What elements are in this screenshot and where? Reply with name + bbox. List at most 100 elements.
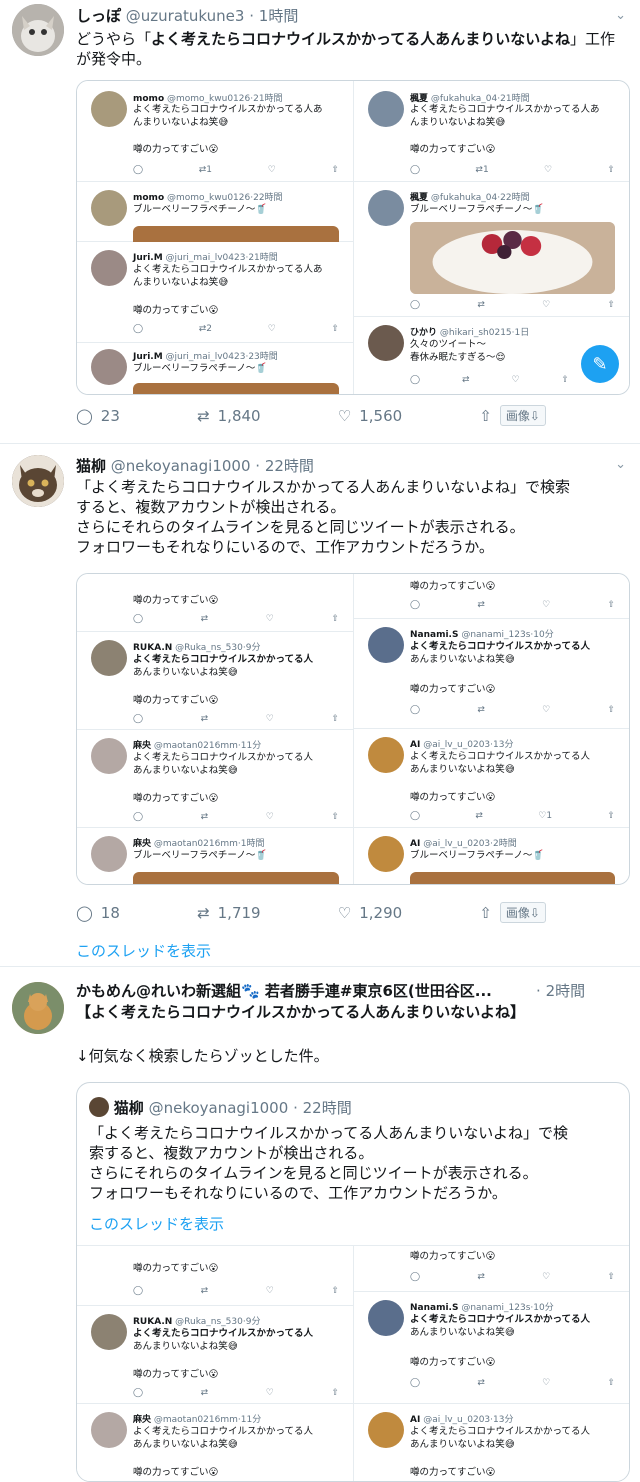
photo-thumbnail [133,383,339,394]
save-image-button[interactable]: 画像⇩ [499,405,546,426]
tweet-2[interactable]: 猫柳 @nekoyanagi1000 · 22時間 ⌄ 「よく考えたらコロナウイ… [0,445,640,967]
list-item: RUKA.N @Ruka_ns_530·9分 よく考えたらコロナウイルスかかって… [77,632,353,730]
share-icon: ⇧ [607,1378,615,1388]
reply-icon: ◯ [133,614,144,624]
retweet-icon: ⇄ [477,705,485,715]
like-icon: ♡ [542,1378,551,1388]
like-icon: ♡ [544,165,553,175]
author-name[interactable]: かもめん@れいわ新選組🐾 若者勝手連#東京6区(世田谷区... [76,982,492,1000]
reply-button[interactable]: ◯ 18 [76,904,120,922]
share-icon: ⇧ [331,812,339,822]
show-thread-link[interactable]: このスレッドを表示 [76,940,211,961]
share-icon: ⇧ [331,324,339,334]
list-item: RUKA.N @Ruka_ns_530·9分 よく考えたらコロナウイルスかかって… [77,1306,353,1404]
tweet-text: どうやら「よく考えたらコロナウイルスかかってる人あんまりいないよね」工作が発令中… [76,30,615,68]
author-name[interactable]: しっぽ [76,7,121,25]
reply-icon: ◯ [76,903,93,922]
list-item: 麻央 @maotan0216mm·11分 よく考えたらコロナウイルスかかってる人… [77,730,353,828]
retweet-icon: ⇄ [475,811,483,821]
chevron-down-icon[interactable]: ⌄ [615,8,626,23]
like-icon: ♡1 [538,811,553,821]
quoted-tweet[interactable]: 猫柳 @nekoyanagi1000 · 22時間 「よく考えたらコロナウイルス… [76,1082,630,1482]
share-icon: ⇧ [607,300,615,310]
like-icon: ♡ [265,1286,274,1296]
screenshot-right-column: 噂の力ってすごい😮 ◯ ⇄ ♡ ⇧ Nanami.S @nanami_123s·10分… [353,574,629,884]
list-item: 噂の力ってすごい😮 ◯ ⇄ ♡ ⇧ [354,574,629,619]
avatar [368,737,404,773]
avatar [368,190,404,226]
author-handle[interactable]: @nekoyanagi1000 [111,457,251,475]
like-icon: ♡ [542,705,551,715]
list-item: momo @momo_kwu0126·21時間 よく考えたらコロナウイルスかかっ… [77,81,353,182]
tweet-heading: 【よく考えたらコロナウイルスかかってる人あんまりいないよね】 [76,1003,525,1021]
reply-icon: ◯ [410,600,421,610]
retweet-icon: ⇄ [477,600,485,610]
list-item: 楓夏 @fukahuka_04·22時間 ブルーベリーフラペチーノ〜🥤 ◯ ⇄ ♡ ⇧ [354,182,629,317]
compose-icon: ✎ [581,345,619,383]
share-icon: ⇧ [331,165,339,175]
list-item: ひかり @hikari_sh0215·1日 久々のツイート〜 春休み眠たすぎる〜😌… [354,317,629,394]
reply-icon: ◯ [133,324,144,334]
like-icon: ♡ [267,165,276,175]
reply-icon: ◯ [76,406,93,425]
share-button[interactable]: ⇧ 画像⇩ [479,405,546,426]
like-icon: ♡ [265,714,274,724]
avatar [91,738,127,774]
share-icon: ⇧ [607,165,615,175]
timestamp[interactable]: 1時間 [259,7,299,25]
avatar [368,1412,404,1448]
show-thread-link[interactable]: このスレッドを表示 [89,1213,224,1234]
reply-icon: ◯ [410,1378,421,1388]
timestamp[interactable]: 22時間 [265,457,314,475]
reply-icon: ◯ [133,1286,144,1296]
chevron-down-icon[interactable]: ⌄ [615,457,626,472]
share-icon: ⇧ [331,714,339,724]
retweet-icon: ⇄1 [475,165,489,175]
save-image-button[interactable]: 画像⇩ [499,902,546,923]
tweet-image[interactable]: momo @momo_kwu0126·21時間 よく考えたらコロナウイルスかかっ… [76,80,630,395]
avatar [91,91,127,127]
avatar[interactable] [12,455,64,507]
screenshot-right-column: 楓夏 @fukahuka_04·21時間 よく考えたらコロナウイルスかかってる人… [353,81,629,394]
avatar [91,349,127,385]
like-button[interactable]: ♡ 1,560 [338,407,402,425]
quoted-image: 噂の力ってすごい😮 ◯ ⇄ ♡ ⇧ RUKA.N @Ruka_ns_530·9分 よく… [77,1245,629,1481]
tweet-1[interactable]: しっぽ @uzuratukune3 · 1時間 ⌄ どうやら「よく考えたらコロナ… [0,0,640,444]
quoted-author-name: 猫柳 [113,1099,144,1117]
photo-thumbnail [133,226,339,242]
avatar [368,1300,404,1336]
avatar [91,190,127,226]
retweet-button[interactable]: ⇄ 1,840 [197,407,261,425]
share-icon: ⇧ [607,705,615,715]
avatar [368,91,404,127]
reply-button[interactable]: ◯ 23 [76,407,120,425]
timestamp[interactable]: 2時間 [546,982,586,1000]
retweet-icon: ⇄ [200,1286,209,1296]
like-icon: ♡ [511,375,520,385]
author-name[interactable]: 猫柳 [76,457,106,475]
tweet-image[interactable]: 噂の力ってすごい😮 ◯ ⇄ ♡ ⇧ RUKA.N @Ruka_ns_530·9分 よく… [76,573,630,885]
avatar [89,1097,109,1117]
screenshot-right-column: 噂の力ってすごい😮 ◯ ⇄ ♡ ⇧ Nanami.S @nanami_123s·10分… [353,1246,629,1481]
list-item: Juri.M @juri_mai_lv0423·21時間 よく考えたらコロナウイ… [77,242,353,343]
retweet-icon: ⇄2 [198,324,213,334]
photo-thumbnail [133,872,339,884]
retweet-icon: ⇄ [477,1378,485,1388]
like-icon: ♡ [542,600,551,610]
list-item: 楓夏 @fukahuka_04·21時間 よく考えたらコロナウイルスかかってる人… [354,81,629,182]
avatar [91,1412,127,1448]
author-handle[interactable]: @uzuratukune3 [126,7,245,25]
like-button[interactable]: ♡ 1,290 [338,904,402,922]
retweet-icon: ⇄ [200,812,209,822]
avatar[interactable] [12,982,64,1034]
reply-icon: ◯ [410,375,421,385]
share-button[interactable]: ⇧ 画像⇩ [479,902,546,923]
tweet-3[interactable]: かもめん@れいわ新選組🐾 若者勝手連#東京6区(世田谷区... · 2時間 【よ… [0,968,640,1482]
screenshot-left-column: 噂の力ってすごい😮 ◯ ⇄ ♡ ⇧ RUKA.N @Ruka_ns_530·9分 よく… [77,1246,353,1481]
retweet-icon: ⇄ [200,714,209,724]
like-icon: ♡ [542,1272,551,1282]
retweet-button[interactable]: ⇄ 1,719 [197,904,261,922]
avatar [368,836,404,872]
like-icon: ♡ [265,1388,274,1398]
avatar[interactable] [12,4,64,56]
